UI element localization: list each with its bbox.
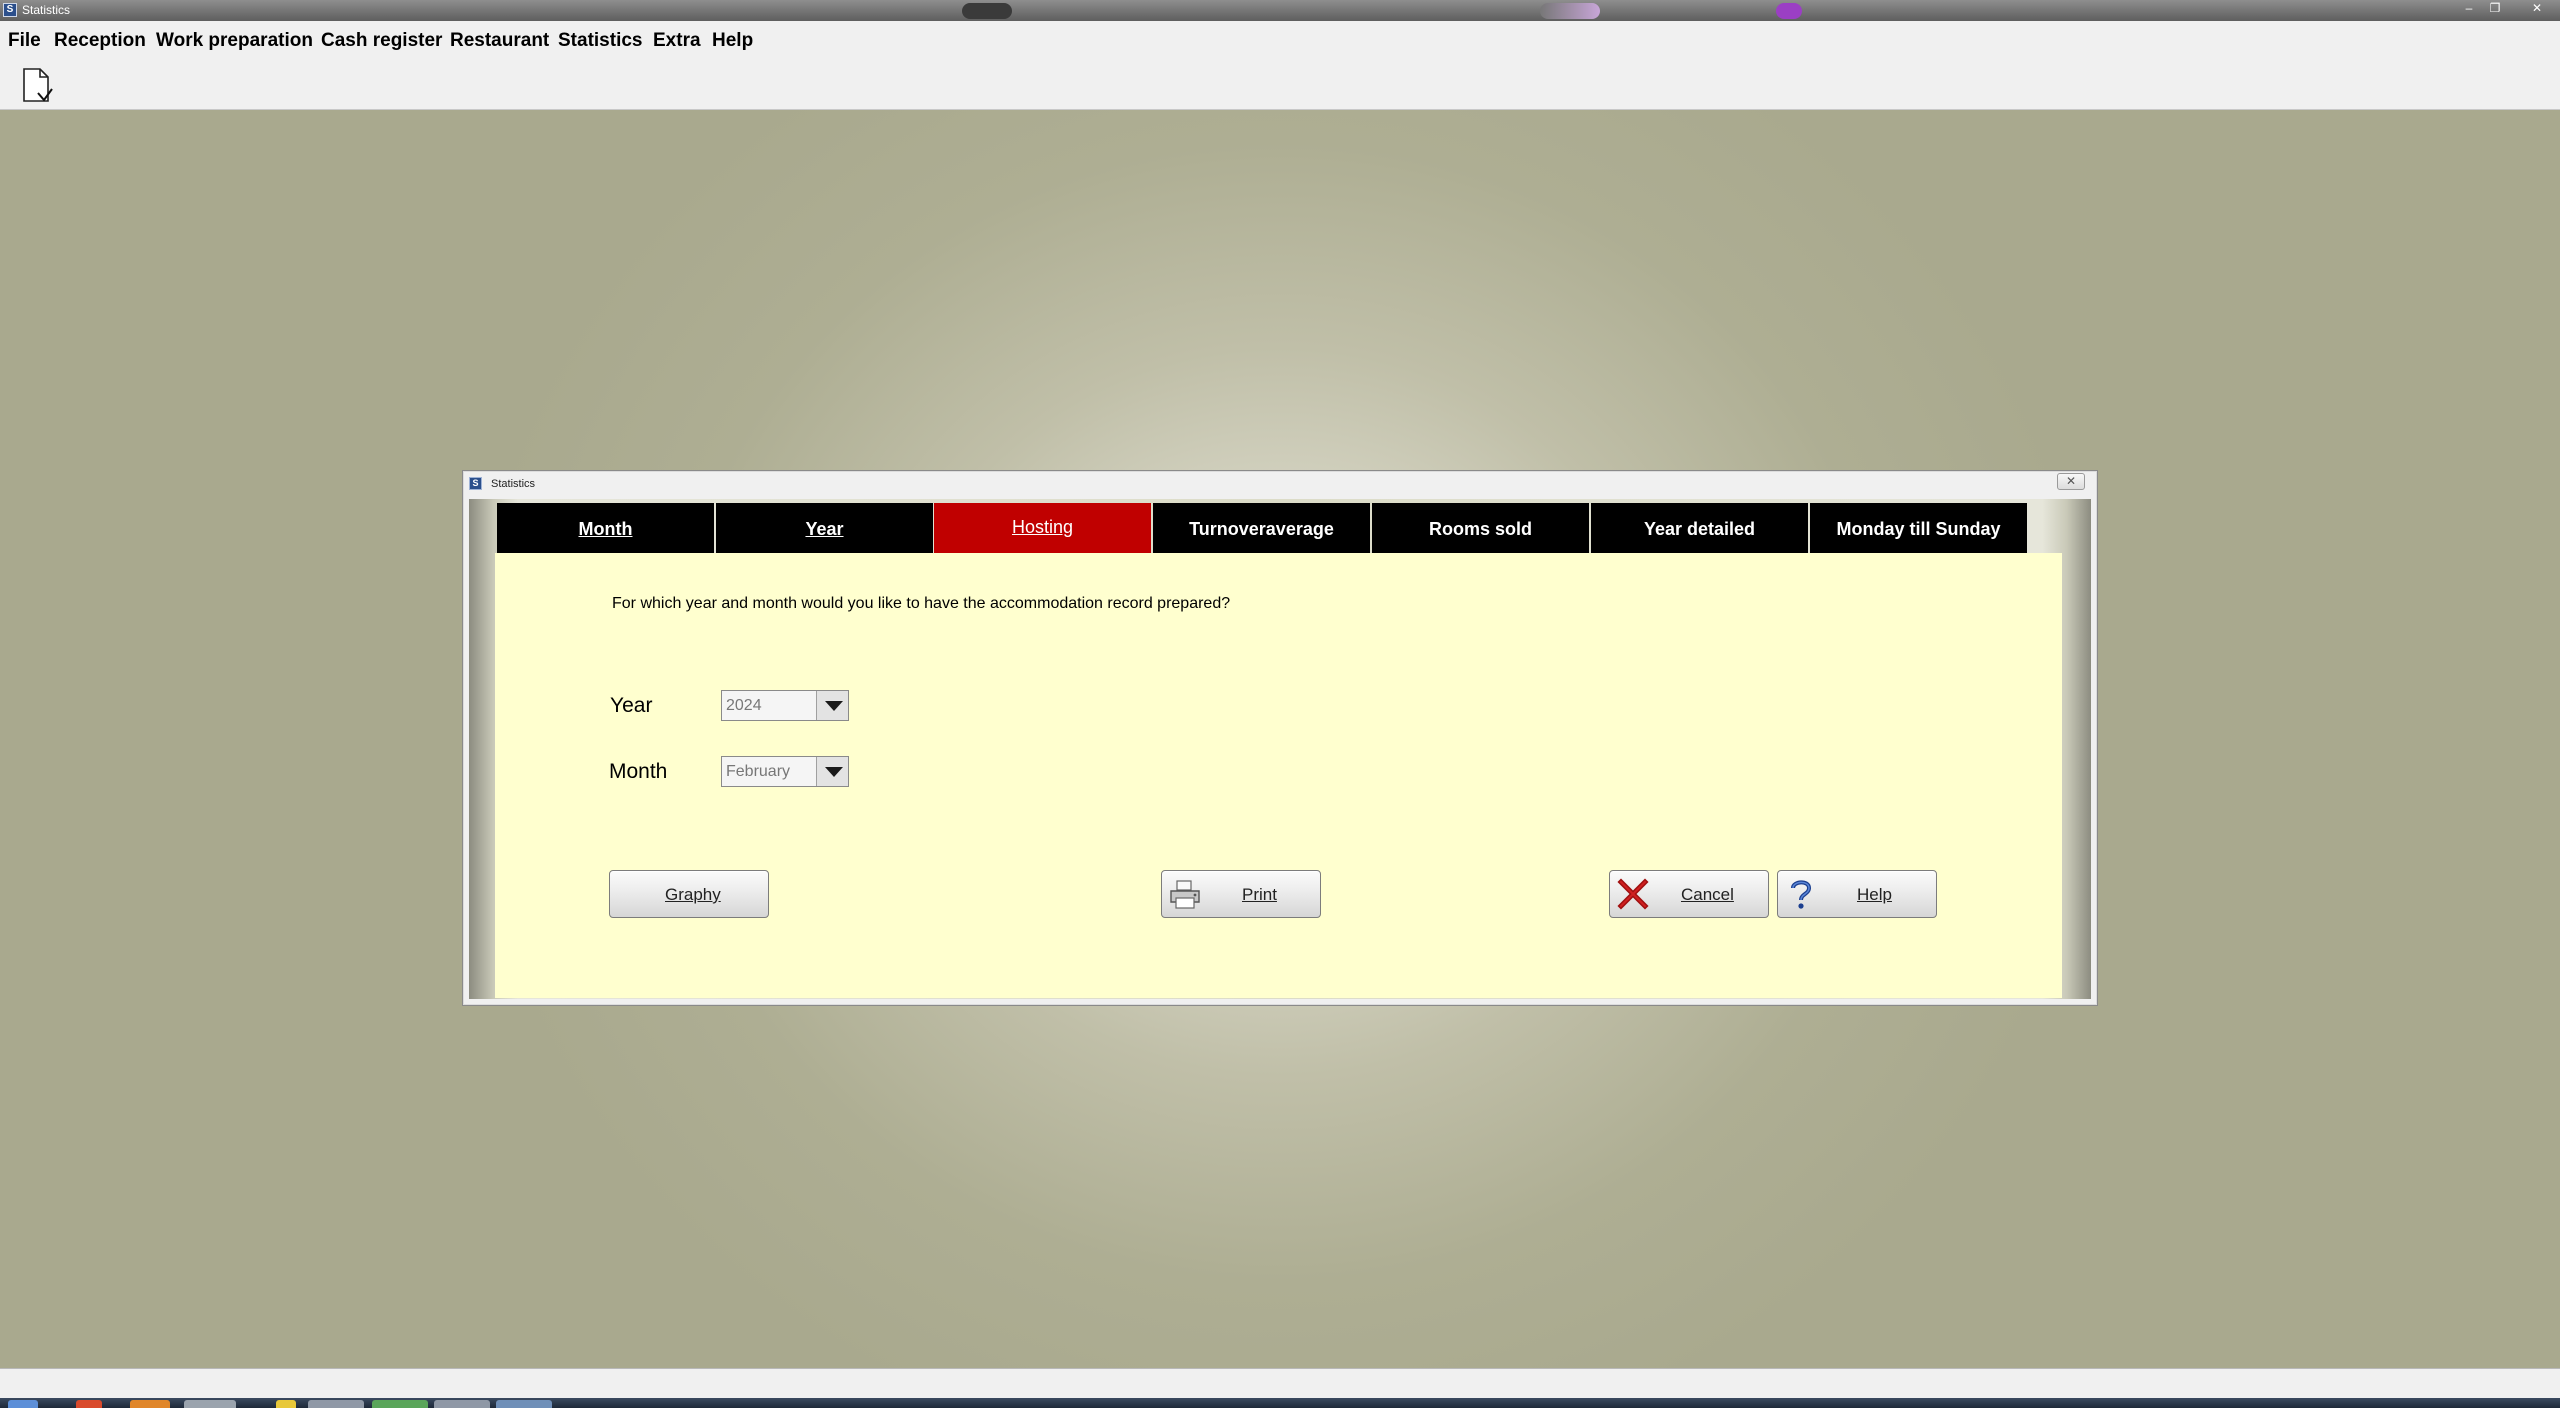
menu-statistics[interactable]: Statistics [558, 30, 642, 52]
tab-monday-till-sunday[interactable]: Monday till Sunday [1810, 503, 2027, 553]
taskbar-app[interactable] [130, 1400, 170, 1408]
tab-turnoveraverage[interactable]: Turnoveraverage [1153, 503, 1370, 553]
taskbar-app[interactable] [434, 1400, 490, 1408]
menu-help[interactable]: Help [712, 30, 753, 52]
menu-restaurant[interactable]: Restaurant [450, 30, 549, 52]
taskbar-app[interactable] [372, 1400, 428, 1408]
close-x-icon [1616, 877, 1650, 911]
menu-extra[interactable]: Extra [653, 30, 701, 52]
window-title: Statistics [22, 3, 71, 17]
toolbar [0, 63, 2560, 110]
new-document-icon[interactable] [18, 67, 56, 105]
dialog-app-icon: S [469, 477, 482, 490]
taskbar-app[interactable] [184, 1400, 236, 1408]
month-select-value: February [726, 763, 791, 780]
print-button[interactable]: Print [1161, 870, 1321, 918]
dialog-title: Statistics [491, 478, 536, 490]
minimize-button[interactable]: – [2458, 1, 2480, 17]
cancel-button-label: Cancel [1681, 885, 1734, 904]
taskbar-app[interactable] [496, 1400, 552, 1408]
taskbar [0, 1398, 2560, 1408]
tab-monday-till-sunday-label: Monday till Sunday [1836, 519, 2001, 539]
desktop-decoration [1540, 3, 1600, 19]
status-bar [0, 1368, 2560, 1398]
printer-icon [1168, 877, 1202, 911]
taskbar-app[interactable] [76, 1400, 102, 1408]
chevron-down-icon [825, 767, 843, 777]
year-select[interactable]: 2024 [721, 690, 849, 721]
prompt-text: For which year and month would you like … [612, 595, 1231, 612]
month-select[interactable]: February [721, 756, 849, 787]
graphy-button[interactable]: Graphy [609, 870, 769, 918]
year-dropdown-button[interactable] [816, 691, 848, 720]
menu-work-preparation[interactable]: Work preparation [156, 30, 313, 52]
dialog-titlebar: S Statistics ✕ [463, 471, 2097, 495]
taskbar-app[interactable] [276, 1400, 296, 1408]
menu-reception[interactable]: Reception [54, 30, 146, 52]
app-icon: S [3, 3, 17, 17]
question-mark-icon [1784, 877, 1818, 911]
year-label: Year [610, 694, 653, 717]
graphy-button-label: Graphy [665, 885, 721, 904]
window-titlebar: S Statistics – ❐ ✕ [0, 0, 2560, 21]
cancel-button[interactable]: Cancel [1609, 870, 1769, 918]
tab-turnoveraverage-label: Turnoveraverage [1189, 519, 1334, 539]
menu-cash-register[interactable]: Cash register [321, 30, 442, 52]
tab-rooms-sold-label: Rooms sold [1428, 519, 1532, 539]
menu-bar: File Reception Work preparation Cash reg… [0, 21, 2560, 63]
print-button-label: Print [1242, 885, 1277, 904]
start-button[interactable] [8, 1400, 38, 1408]
tab-rooms-sold[interactable]: Rooms sold [1372, 503, 1589, 553]
restore-button[interactable]: ❐ [2484, 1, 2506, 17]
tab-hosting-label: Hosting [1011, 517, 1074, 537]
desktop-decoration [962, 3, 1012, 19]
tab-year-detailed[interactable]: Year detailed [1591, 503, 1808, 553]
tab-hosting[interactable]: Hosting [934, 503, 1151, 553]
close-window-button[interactable]: ✕ [2526, 1, 2548, 17]
help-button[interactable]: Help [1777, 870, 1937, 918]
tab-month[interactable]: Month [497, 503, 714, 553]
tab-month-label: Month [578, 519, 633, 539]
chevron-down-icon [825, 701, 843, 711]
taskbar-app[interactable] [308, 1400, 364, 1408]
desktop-decoration [1776, 3, 1802, 19]
month-dropdown-button[interactable] [816, 757, 848, 786]
tab-year-detailed-label: Year detailed [1643, 519, 1756, 539]
tab-year-label: Year [805, 519, 844, 539]
dialog-close-button[interactable]: ✕ [2057, 473, 2085, 490]
year-select-value: 2024 [726, 697, 762, 714]
help-button-label: Help [1857, 885, 1892, 904]
tab-year[interactable]: Year [716, 503, 933, 553]
tab-strip: Month Year Hosting Turnoveraverage Rooms… [497, 503, 2027, 553]
month-label: Month [609, 760, 668, 783]
menu-file[interactable]: File [8, 30, 41, 52]
